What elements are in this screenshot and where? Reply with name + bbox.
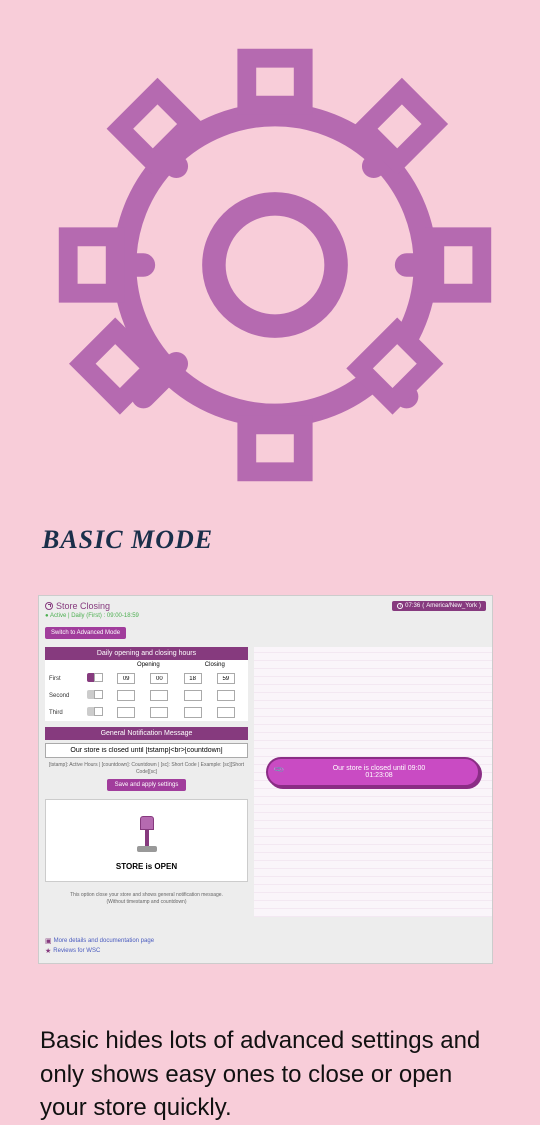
reviews-link[interactable]: ★Reviews for WSC — [45, 947, 486, 955]
gear-icon — [40, 30, 510, 505]
info-icon: i — [397, 603, 403, 609]
preview-area: 📎 Our store is closed until 09:00 01:23:… — [254, 647, 492, 917]
clock-icon — [45, 602, 53, 610]
store-status-text: STORE is OPEN — [56, 862, 237, 871]
lever-icon[interactable] — [137, 816, 157, 852]
book-icon: ▣ — [45, 937, 52, 945]
toggle-second[interactable] — [87, 690, 103, 699]
hours-section-header: Daily opening and closing hours — [45, 647, 248, 660]
save-button[interactable]: Save and apply settings — [107, 779, 187, 791]
third-close-m[interactable] — [217, 707, 235, 718]
table-row: Second — [45, 687, 248, 704]
switch-advanced-button[interactable]: Switch to Advanced Mode — [45, 627, 126, 639]
store-note: This option close your store and shows g… — [45, 892, 248, 906]
docs-link[interactable]: ▣More details and documentation page — [45, 937, 486, 945]
msg-section-header: General Notification Message — [45, 727, 248, 740]
col-opening: Opening — [115, 660, 181, 670]
second-open-h[interactable] — [117, 690, 135, 701]
second-close-h[interactable] — [184, 690, 202, 701]
table-row: First — [45, 670, 248, 687]
first-close-m[interactable] — [217, 673, 235, 684]
notification-message-input[interactable] — [45, 743, 248, 758]
hours-table: Opening Closing First Second — [45, 660, 248, 721]
star-icon: ★ — [45, 947, 51, 955]
first-close-h[interactable] — [184, 673, 202, 684]
third-open-m[interactable] — [150, 707, 168, 718]
col-closing: Closing — [182, 660, 248, 670]
second-close-m[interactable] — [217, 690, 235, 701]
store-status-box: STORE is OPEN — [45, 799, 248, 882]
third-close-h[interactable] — [184, 707, 202, 718]
description-text: Basic hides lots of advanced settings an… — [40, 1024, 500, 1125]
timezone-badge: i 07:36 ( America/New_York ) — [392, 601, 486, 611]
table-row: Third — [45, 704, 248, 721]
first-open-m[interactable] — [150, 673, 168, 684]
notification-preview: 📎 Our store is closed until 09:00 01:23:… — [266, 757, 480, 787]
third-open-h[interactable] — [117, 707, 135, 718]
toggle-third[interactable] — [87, 707, 103, 716]
first-open-h[interactable] — [117, 673, 135, 684]
paperclip-icon: 📎 — [273, 764, 285, 776]
toggle-first[interactable] — [87, 673, 103, 682]
second-open-m[interactable] — [150, 690, 168, 701]
app-screenshot: Store Closing ● Active | Daily (First) :… — [38, 595, 493, 964]
placeholder-hints: [tstamp]: Active Hours | [countdown]: Co… — [45, 762, 248, 775]
status-line: ● Active | Daily (First) : 09:00-18:59 — [45, 613, 486, 619]
page-title: BASIC MODE — [42, 525, 510, 555]
